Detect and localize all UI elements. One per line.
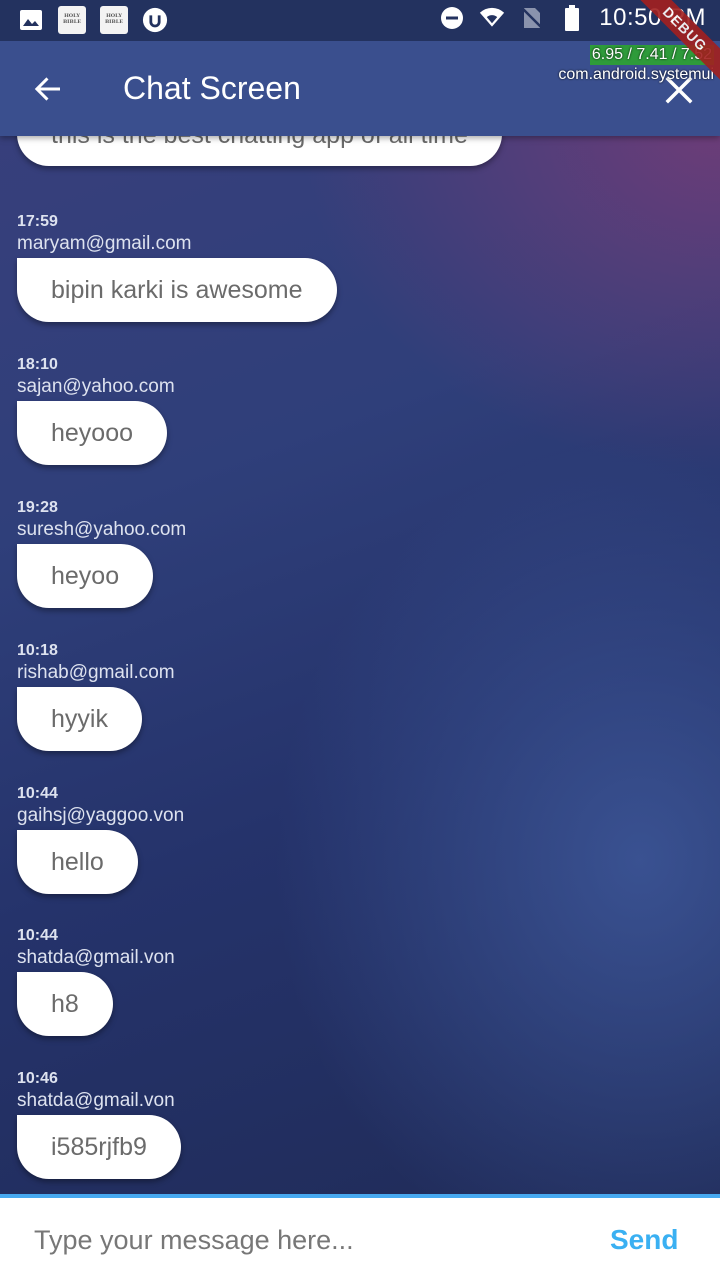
- page-title: Chat Screen: [123, 70, 301, 106]
- message-sender: suresh@yahoo.com: [17, 519, 187, 540]
- message-item: this is the best chatting app of all tim…: [17, 136, 502, 166]
- message-time: 10:46: [17, 1070, 58, 1087]
- status-bar: HOLY BIBLE HOLY BIBLE 10:50 PM: [0, 0, 720, 41]
- message-item: 17:59 maryam@gmail.com bipin karki is aw…: [17, 212, 337, 322]
- bible-app-icon: HOLY BIBLE: [100, 6, 128, 34]
- message-input[interactable]: [34, 1216, 574, 1264]
- message-bubble: this is the best chatting app of all tim…: [17, 136, 502, 166]
- message-time: 10:18: [17, 642, 58, 659]
- message-text: h8: [51, 990, 79, 1018]
- message-item: 10:44 shatda@gmail.von h8: [17, 926, 175, 1036]
- dnd-icon: [439, 5, 465, 31]
- message-text: this is the best chatting app of all tim…: [51, 136, 468, 149]
- message-text: bipin karki is awesome: [51, 276, 303, 304]
- message-sender: maryam@gmail.com: [17, 233, 192, 254]
- message-bubble: h8: [17, 972, 113, 1036]
- message-item: 10:18 rishab@gmail.com hyyik: [17, 641, 175, 751]
- message-composer: Send: [0, 1194, 720, 1280]
- bible-app-icon: HOLY BIBLE: [58, 6, 86, 34]
- message-item: 18:10 sajan@yahoo.com heyooo: [17, 355, 175, 465]
- message-bubble: bipin karki is awesome: [17, 258, 337, 322]
- message-time: 10:44: [17, 927, 58, 944]
- message-bubble: hello: [17, 830, 138, 894]
- message-sender: gaihsj@yaggoo.von: [17, 805, 185, 826]
- app-bar: Chat Screen 6.95 / 7.41 / 7.52 com.andro…: [0, 41, 720, 136]
- message-time: 19:28: [17, 499, 58, 516]
- message-time: 10:44: [17, 785, 58, 802]
- message-sender: shatda@gmail.von: [17, 1090, 175, 1111]
- message-sender: sajan@yahoo.com: [17, 376, 175, 397]
- message-text: i585rjfb9: [51, 1133, 147, 1161]
- message-time: 17:59: [17, 213, 58, 230]
- gallery-icon: [18, 7, 44, 33]
- message-item: 10:46 shatda@gmail.von i585rjfb9: [17, 1069, 181, 1179]
- utorrent-icon: [142, 7, 168, 33]
- message-text: hyyik: [51, 705, 108, 733]
- message-bubble: hyyik: [17, 687, 142, 751]
- message-text: heyoo: [51, 562, 120, 590]
- no-sim-icon: [519, 5, 545, 31]
- message-sender: rishab@gmail.com: [17, 662, 175, 683]
- message-list[interactable]: this is the best chatting app of all tim…: [0, 136, 720, 1194]
- arrow-left-icon: [34, 77, 60, 101]
- message-bubble: heyooo: [17, 401, 168, 465]
- notification-icons: HOLY BIBLE HOLY BIBLE: [18, 6, 168, 34]
- wifi-icon: [479, 5, 505, 31]
- battery-icon: [559, 5, 585, 31]
- message-time: 18:10: [17, 356, 58, 373]
- message-item: 10:44 gaihsj@yaggoo.von hello: [17, 784, 184, 894]
- back-button[interactable]: [24, 65, 72, 113]
- message-text: heyooo: [51, 419, 134, 447]
- message-sender: shatda@gmail.von: [17, 947, 175, 968]
- message-bubble: heyoo: [17, 544, 154, 608]
- message-text: hello: [51, 848, 104, 876]
- message-item: 19:28 suresh@yahoo.com heyoo: [17, 498, 186, 608]
- process-name: com.android.systemui: [558, 66, 714, 83]
- send-button[interactable]: Send: [610, 1224, 678, 1256]
- message-bubble: i585rjfb9: [17, 1115, 181, 1179]
